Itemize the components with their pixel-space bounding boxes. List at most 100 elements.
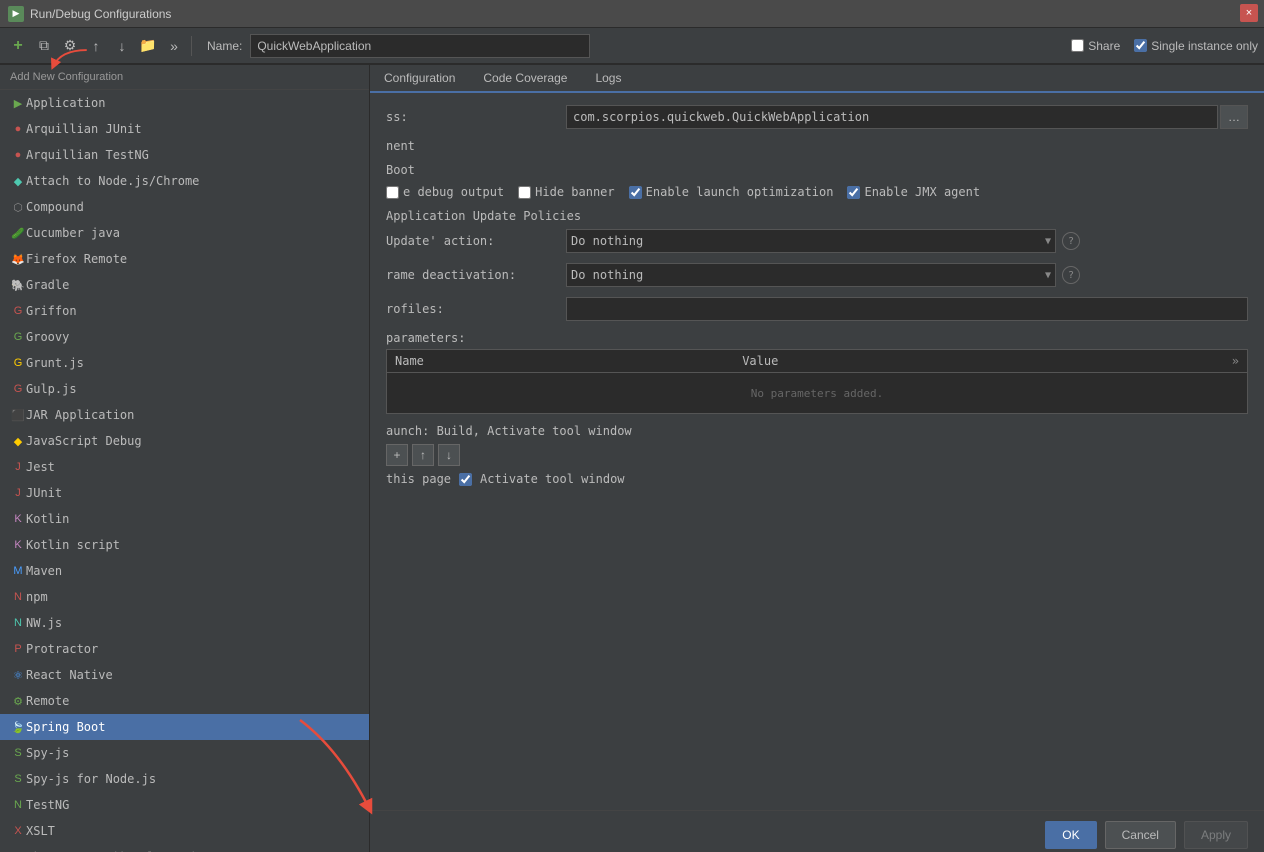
sidebar-item-arquillian-junit[interactable]: ● Arquillian JUnit	[0, 116, 369, 142]
environment-row: nent	[386, 139, 1248, 153]
folder-button[interactable]: 📁	[136, 34, 160, 58]
sidebar-item-cucumber-java[interactable]: 🥒 Cucumber java	[0, 220, 369, 246]
profiles-input[interactable]	[566, 297, 1248, 321]
sidebar-item-protractor-label: Protractor	[26, 642, 98, 656]
copy-configuration-button[interactable]: ⧉	[32, 34, 56, 58]
sidebar-item-groovy[interactable]: G Groovy	[0, 324, 369, 350]
sidebar-item-testng[interactable]: N TestNG	[0, 792, 369, 818]
options-checkboxes: e debug output Hide banner Enable launch…	[386, 185, 1248, 199]
name-label: Name:	[207, 39, 242, 53]
share-checkbox-label[interactable]: Share	[1071, 39, 1120, 53]
sidebar-item-compound-label: Compound	[26, 200, 84, 214]
sidebar-item-griffon[interactable]: G Griffon	[0, 298, 369, 324]
sidebar-item-npm[interactable]: N npm	[0, 584, 369, 610]
frame-deactivation-arrow: ▼	[1045, 270, 1051, 281]
testng-icon: N	[10, 797, 26, 813]
sidebar-item-attach-nodejs[interactable]: ◆ Attach to Node.js/Chrome	[0, 168, 369, 194]
add-configuration-button[interactable]: +	[6, 34, 30, 58]
edit-configuration-button[interactable]: ⚙	[58, 34, 82, 58]
sidebar-item-jest-label: Jest	[26, 460, 55, 474]
move-down-button[interactable]: ↓	[110, 34, 134, 58]
frame-deactivation-help[interactable]: ?	[1062, 266, 1080, 284]
name-input[interactable]	[250, 34, 590, 58]
ok-button[interactable]: OK	[1045, 821, 1096, 849]
sidebar-item-compound[interactable]: ⬡ Compound	[0, 194, 369, 220]
params-name-col: Name	[387, 350, 734, 372]
sidebar-item-spy-js-nodejs[interactable]: S Spy-js for Node.js	[0, 766, 369, 792]
kotlin-script-icon: K	[10, 537, 26, 553]
sidebar-item-spring-boot[interactable]: 🍃 Spring Boot	[0, 714, 369, 740]
sidebar-item-application-label: Application	[26, 96, 105, 110]
dialog-buttons: OK Cancel Apply	[370, 810, 1264, 852]
more-button[interactable]: »	[162, 34, 186, 58]
protractor-icon: P	[10, 641, 26, 657]
sidebar-item-maven[interactable]: M Maven	[0, 558, 369, 584]
before-launch-actions: + ↑ ↓	[386, 444, 1248, 466]
jmx-agent-checkbox[interactable]	[847, 186, 860, 199]
gulp-icon: G	[10, 381, 26, 397]
main-container: Add New Configuration ▶ Application ● Ar…	[0, 65, 1264, 852]
sidebar-item-jar[interactable]: ⬛ JAR Application	[0, 402, 369, 428]
sidebar-item-cucumber-label: Cucumber java	[26, 226, 120, 240]
apply-button[interactable]: Apply	[1184, 821, 1248, 849]
class-browse-button[interactable]: …	[1220, 105, 1248, 129]
sidebar-item-remote[interactable]: ⚙ Remote	[0, 688, 369, 714]
cancel-button[interactable]: Cancel	[1105, 821, 1176, 849]
before-launch-up-btn[interactable]: ↑	[412, 444, 434, 466]
sidebar-item-jest[interactable]: J Jest	[0, 454, 369, 480]
params-table: Name Value » No parameters added.	[386, 349, 1248, 414]
sidebar-item-attach-nodejs-label: Attach to Node.js/Chrome	[26, 174, 199, 188]
sidebar-item-kotlin-script[interactable]: K Kotlin script	[0, 532, 369, 558]
xslt-icon: X	[10, 823, 26, 839]
tab-configuration[interactable]: Configuration	[370, 65, 469, 93]
sidebar-item-gulp[interactable]: G Gulp.js	[0, 376, 369, 402]
hide-banner-label[interactable]: Hide banner	[518, 185, 614, 199]
sidebar-item-spy-js[interactable]: S Spy-js	[0, 740, 369, 766]
frame-deactivation-combo[interactable]: Do nothing ▼	[566, 263, 1056, 287]
before-launch-add-btn[interactable]: +	[386, 444, 408, 466]
activate-checkbox[interactable]	[459, 473, 472, 486]
params-label: parameters:	[386, 331, 1248, 345]
sidebar-item-nwjs[interactable]: N NW.js	[0, 610, 369, 636]
debug-output-checkbox[interactable]	[386, 186, 399, 199]
launch-optimization-label[interactable]: Enable launch optimization	[629, 185, 834, 199]
sidebar-item-protractor[interactable]: P Protractor	[0, 636, 369, 662]
sidebar-item-firefox-remote[interactable]: 🦊 Firefox Remote	[0, 246, 369, 272]
sidebar-item-maven-label: Maven	[26, 564, 62, 578]
profiles-label: rofiles:	[386, 302, 566, 316]
hide-banner-checkbox[interactable]	[518, 186, 531, 199]
sidebar-item-xslt[interactable]: X XSLT	[0, 818, 369, 844]
sidebar-item-javascript-debug-label: JavaScript Debug	[26, 434, 142, 448]
sidebar-item-more[interactable]: 32 items more (irrelevant)...	[0, 844, 369, 852]
sidebar-item-arquillian-testng[interactable]: ● Arquillian TestNG	[0, 142, 369, 168]
launch-optimization-checkbox[interactable]	[629, 186, 642, 199]
single-instance-label[interactable]: Single instance only	[1134, 39, 1258, 53]
single-instance-checkbox[interactable]	[1134, 39, 1147, 52]
update-action-arrow: ▼	[1045, 236, 1051, 247]
update-policies-header: Application Update Policies	[386, 209, 1248, 223]
close-button[interactable]: ×	[1240, 4, 1258, 22]
sidebar-item-gradle[interactable]: 🐘 Gradle	[0, 272, 369, 298]
sidebar-item-react-native[interactable]: ⚛ React Native	[0, 662, 369, 688]
class-input[interactable]	[566, 105, 1218, 129]
gradle-icon: 🐘	[10, 277, 26, 293]
sidebar-item-grunt[interactable]: G Grunt.js	[0, 350, 369, 376]
move-up-button[interactable]: ↑	[84, 34, 108, 58]
sidebar-item-testng-label: TestNG	[26, 798, 69, 812]
jmx-agent-label[interactable]: Enable JMX agent	[847, 185, 980, 199]
griffon-icon: G	[10, 303, 26, 319]
debug-output-label[interactable]: e debug output	[386, 185, 504, 199]
tab-code-coverage[interactable]: Code Coverage	[469, 65, 581, 93]
sidebar-item-application[interactable]: ▶ Application	[0, 90, 369, 116]
sidebar-item-arquillian-junit-label: Arquillian JUnit	[26, 122, 142, 136]
compound-icon: ⬡	[10, 199, 26, 215]
share-checkbox[interactable]	[1071, 39, 1084, 52]
before-launch-down-btn[interactable]: ↓	[438, 444, 460, 466]
sidebar-item-junit[interactable]: J JUnit	[0, 480, 369, 506]
update-action-help[interactable]: ?	[1062, 232, 1080, 250]
tab-logs[interactable]: Logs	[581, 65, 635, 93]
update-action-combo[interactable]: Do nothing ▼	[566, 229, 1056, 253]
sidebar-item-kotlin[interactable]: K Kotlin	[0, 506, 369, 532]
sidebar-item-javascript-debug[interactable]: ◆ JavaScript Debug	[0, 428, 369, 454]
groovy-icon: G	[10, 329, 26, 345]
